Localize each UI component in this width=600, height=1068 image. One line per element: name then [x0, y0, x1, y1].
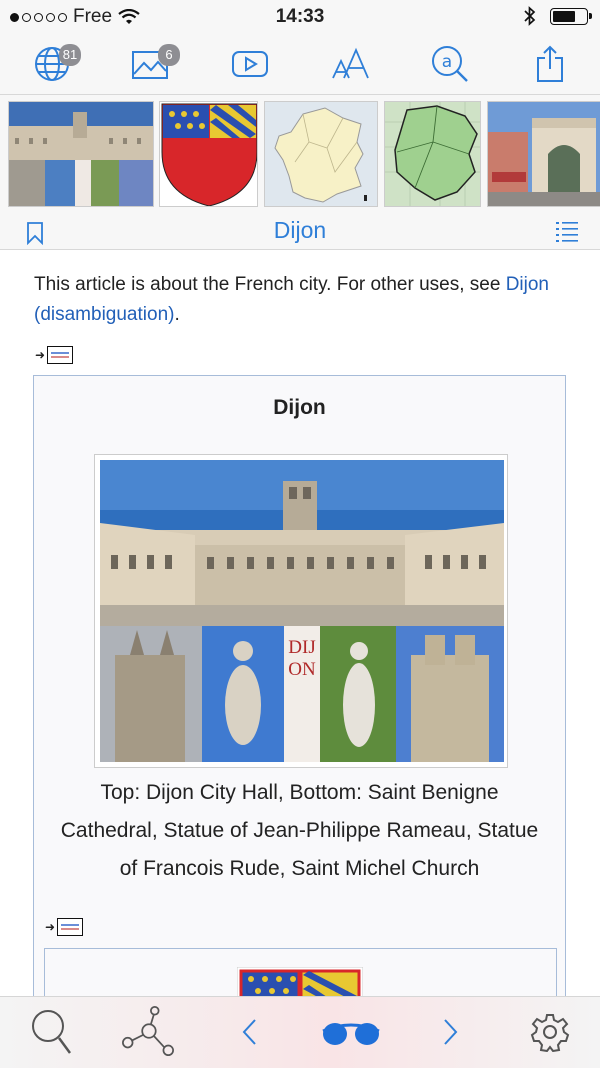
- infobox-image-caption: Top: Dijon City Hall, Bottom: Saint Beni…: [60, 781, 539, 880]
- find-in-page-button[interactable]: a: [425, 42, 475, 86]
- article-title: Dijon: [273, 217, 327, 243]
- infobox-section-toggle[interactable]: ➜: [45, 918, 84, 936]
- network-icon: [122, 1006, 174, 1057]
- search-button[interactable]: [24, 1007, 80, 1057]
- bottom-toolbar: [0, 996, 600, 1068]
- thumb-coat-of-arms[interactable]: [159, 101, 258, 207]
- collage-dijon-text: DIJON: [288, 637, 316, 680]
- share-icon: [537, 45, 563, 82]
- hatnote-text: This article is about the French city. F…: [34, 274, 506, 295]
- play-icon: [232, 51, 268, 77]
- at-search-icon: a: [432, 46, 468, 82]
- infobox-title: Dijon: [273, 396, 326, 419]
- hatnote-end: .: [174, 304, 180, 325]
- status-bar: Free 14:33: [0, 0, 600, 34]
- arrow-right-icon: ➜: [45, 920, 56, 934]
- forward-button[interactable]: [422, 1007, 478, 1057]
- infobox-toggle[interactable]: ➜: [35, 346, 74, 364]
- images-button[interactable]: 6: [126, 42, 180, 86]
- thumb-porte-guillaume[interactable]: [487, 101, 600, 207]
- image-thumbnail-strip: [0, 95, 600, 213]
- coat-of-arms-image[interactable]: [237, 967, 363, 996]
- related-graph-button[interactable]: [120, 1006, 176, 1057]
- chevron-left-icon: [242, 1019, 256, 1045]
- table-toggle-icon: [57, 918, 84, 936]
- article-title-bar: Dijon: [0, 213, 600, 250]
- chevron-right-icon: [444, 1019, 458, 1045]
- svg-text:a: a: [442, 52, 452, 72]
- clock: 14:33: [275, 6, 325, 27]
- search-icon: [32, 1010, 72, 1054]
- coat-of-arms-box: [44, 948, 557, 996]
- back-button[interactable]: [222, 1007, 278, 1057]
- thumb-city-collage[interactable]: [8, 101, 154, 207]
- reader-mode-button[interactable]: [316, 1007, 386, 1057]
- settings-button[interactable]: [522, 1007, 578, 1057]
- share-button[interactable]: [525, 42, 575, 86]
- images-count-badge: 6: [158, 44, 180, 66]
- languages-button[interactable]: 81: [27, 42, 81, 86]
- glasses-icon: [322, 1023, 380, 1045]
- thumb-region-map[interactable]: [384, 101, 481, 207]
- video-button[interactable]: [225, 42, 275, 86]
- list-icon[interactable]: [556, 221, 578, 243]
- gear-icon: [530, 1014, 570, 1052]
- hatnote: This article is about the French city. F…: [34, 270, 574, 330]
- table-toggle-icon: [47, 346, 74, 364]
- battery-icon: [550, 7, 592, 25]
- text-size-icon: [332, 47, 369, 79]
- thumb-france-map[interactable]: [264, 101, 378, 207]
- languages-count-badge: 81: [59, 44, 81, 66]
- bluetooth-icon: [524, 6, 536, 26]
- arrow-right-icon: ➜: [35, 348, 46, 362]
- top-toolbar: 81 6 a: [0, 34, 600, 95]
- text-size-button[interactable]: [326, 42, 376, 86]
- infobox: Dijon DIJON Top: Dijon City Hall, Bottom…: [33, 375, 566, 996]
- article-content: This article is about the French city. F…: [0, 250, 600, 996]
- infobox-collage-image[interactable]: DIJON: [94, 454, 508, 768]
